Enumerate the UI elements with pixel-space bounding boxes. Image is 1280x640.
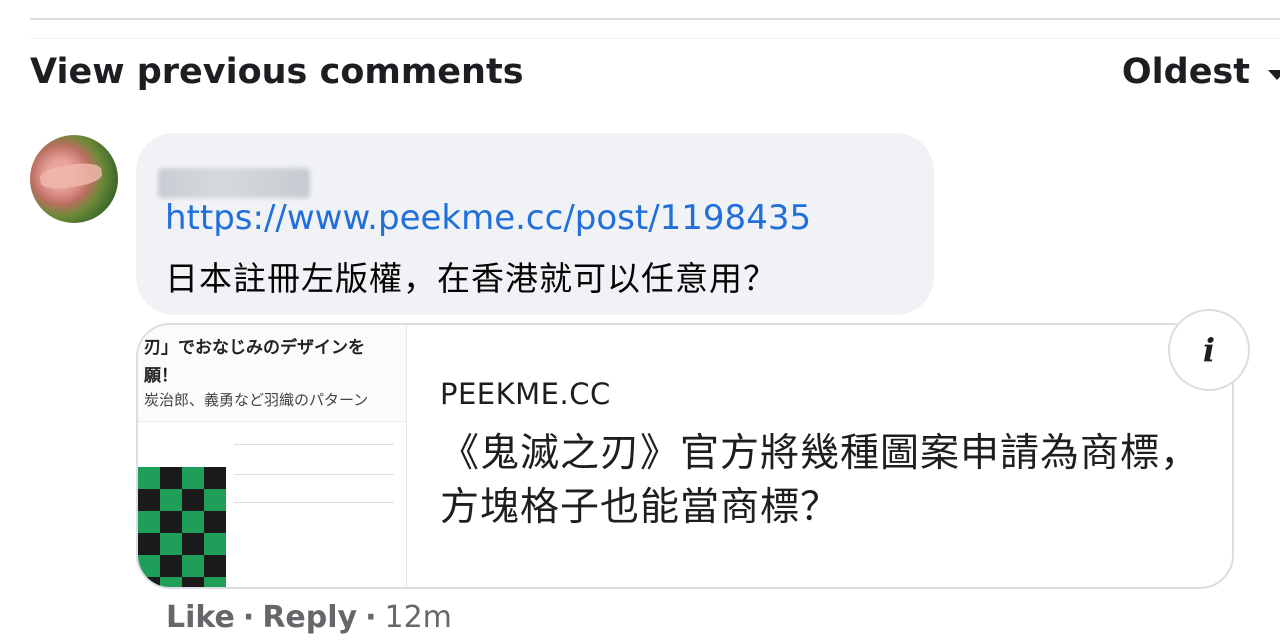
- comment-timestamp[interactable]: 12m: [384, 600, 451, 635]
- link-preview-card[interactable]: 刃」でおなじみのデザインを 願！ 炭治郎、義勇など羽織のパターン PEEKME.…: [136, 323, 1234, 589]
- comment-text: 日本註冊左版權，在香港就可以任意用？: [165, 259, 777, 298]
- commenter-name-redacted: [158, 168, 310, 198]
- thumbnail-text: 刃」でおなじみのデザインを: [144, 338, 365, 358]
- checkered-pattern-image: [138, 467, 226, 587]
- comment-actions: Like · Reply · 12m: [166, 600, 452, 635]
- divider: [30, 18, 1280, 20]
- separator-dot: ·: [365, 600, 377, 635]
- separator-dot: ·: [242, 600, 255, 635]
- reply-button[interactable]: Reply: [262, 600, 357, 635]
- link-preview-thumbnail: 刃」でおなじみのデザインを 願！ 炭治郎、義勇など羽織のパターン: [138, 325, 407, 587]
- divider: [234, 444, 394, 445]
- info-icon[interactable]: i: [1168, 309, 1250, 391]
- view-previous-comments-link[interactable]: View previous comments: [30, 52, 524, 92]
- divider: [30, 38, 1280, 39]
- sort-label: Oldest: [1121, 52, 1250, 92]
- divider: [234, 474, 394, 475]
- link-preview-title[interactable]: 《鬼滅之刃》官方將幾種圖案申請為商標，方塊格子也能當商標？: [440, 427, 1200, 535]
- link-preview-domain: PEEKME.CC: [440, 377, 611, 411]
- divider: [234, 502, 394, 503]
- avatar[interactable]: [30, 135, 118, 223]
- thumbnail-text: 願！: [144, 366, 178, 386]
- chevron-down-icon: [1268, 70, 1280, 80]
- thumbnail-text: 炭治郎、義勇など羽織のパターン: [144, 391, 369, 409]
- like-button[interactable]: Like: [166, 600, 235, 635]
- comment-link[interactable]: https://www.peekme.cc/post/1198435: [165, 198, 811, 238]
- sort-dropdown[interactable]: Oldest: [1122, 52, 1280, 92]
